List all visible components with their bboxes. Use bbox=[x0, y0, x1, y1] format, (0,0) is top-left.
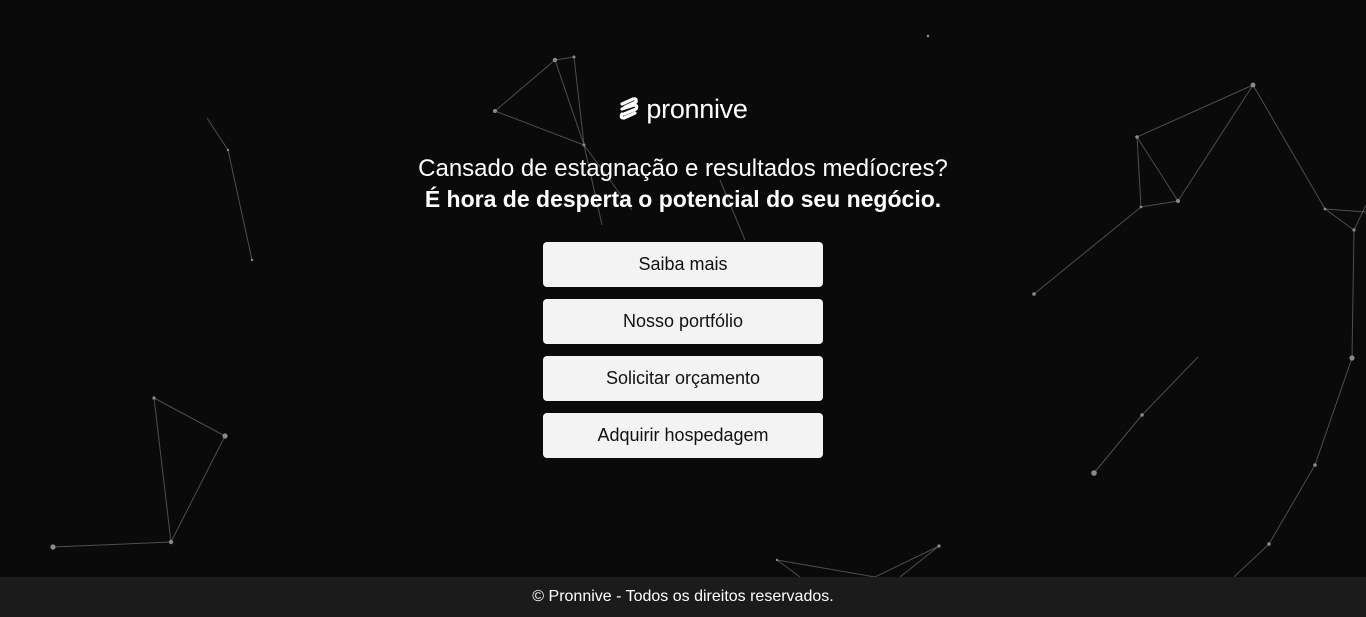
hero-subtitle: É hora de desperta o potencial do seu ne… bbox=[424, 186, 942, 212]
hero-headline: Cansado de estagnação e resultados medío… bbox=[0, 154, 1366, 214]
hero-title: Cansado de estagnação e resultados medío… bbox=[418, 155, 948, 182]
learn-more-button[interactable]: Saiba mais bbox=[543, 242, 823, 287]
action-buttons: Saiba mais Nosso portfólio Solicitar orç… bbox=[543, 242, 823, 458]
footer-copyright: © Pronnive - Todos os direitos reservado… bbox=[532, 588, 834, 605]
request-quote-button[interactable]: Solicitar orçamento bbox=[543, 356, 823, 401]
pronnive-logo-icon bbox=[620, 96, 639, 120]
buy-hosting-button[interactable]: Adquirir hospedagem bbox=[543, 413, 823, 458]
landing-page: pronnive Cansado de estagnação e resulta… bbox=[0, 0, 1366, 617]
portfolio-button[interactable]: Nosso portfólio bbox=[543, 299, 823, 344]
footer: © Pronnive - Todos os direitos reservado… bbox=[0, 577, 1366, 617]
brand-logo[interactable]: pronnive bbox=[0, 94, 1366, 125]
brand-name: pronnive bbox=[646, 94, 748, 124]
